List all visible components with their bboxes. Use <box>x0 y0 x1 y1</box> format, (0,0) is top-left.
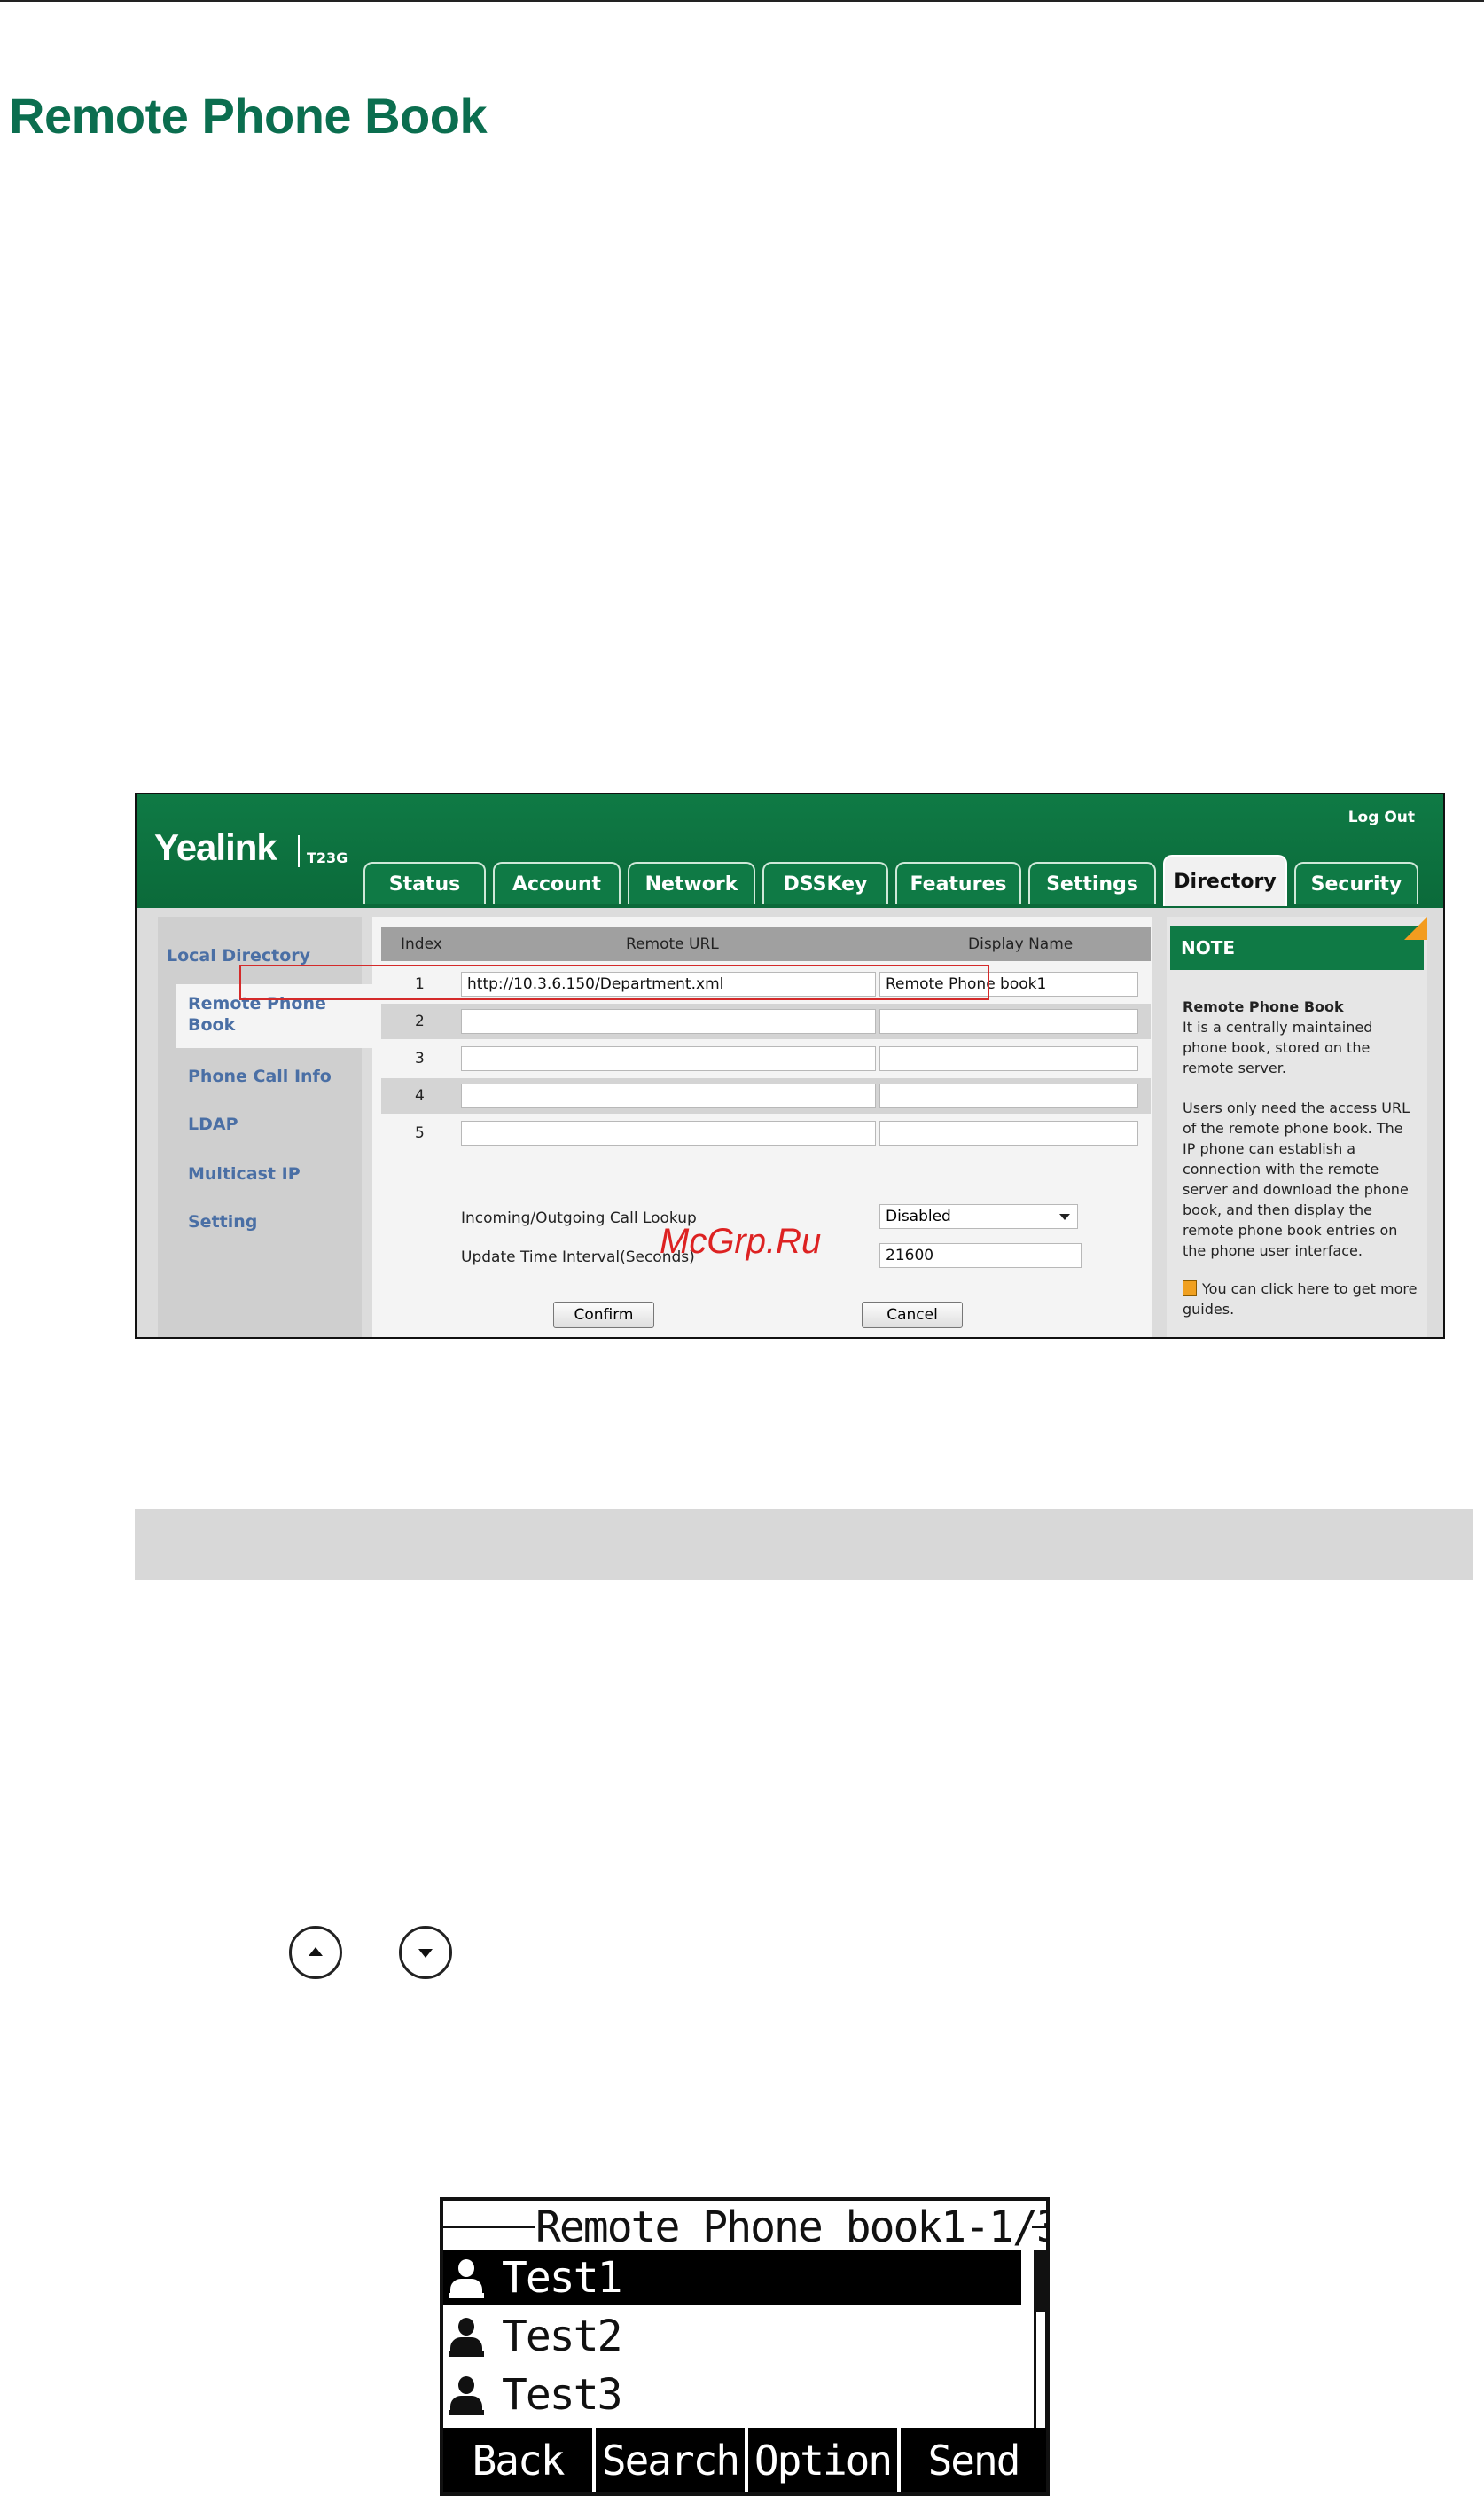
list-item[interactable]: Test1 <box>443 2250 1021 2305</box>
display-name-input[interactable] <box>879 1009 1138 1034</box>
sidebar-item-ldap[interactable]: LDAP <box>188 1114 238 1135</box>
remote-url-input[interactable] <box>461 1084 876 1108</box>
note-tip-text: You can click here to get more guides. <box>1183 1280 1418 1318</box>
display-name-input[interactable] <box>879 1121 1138 1146</box>
tab-features[interactable]: Features <box>895 862 1021 904</box>
remote-url-input[interactable] <box>461 1046 876 1071</box>
down-arrow-icon <box>399 1926 452 1979</box>
confirm-button[interactable]: Confirm <box>553 1302 654 1328</box>
note-panel: NOTE Remote Phone Book It is a centrally… <box>1167 917 1427 1337</box>
contact-icon <box>449 2376 484 2415</box>
sidebar-item-multicast-ip[interactable]: Multicast IP <box>188 1163 301 1185</box>
up-arrow-icon <box>289 1926 342 1979</box>
down-arrow-glyph <box>418 1949 433 1958</box>
note-paragraph-2: Users only need the access URL of the re… <box>1183 1099 1410 1259</box>
chevron-down-icon <box>1059 1214 1070 1220</box>
model-label: T23G <box>307 849 348 866</box>
option-softkey[interactable]: Option <box>748 2428 897 2492</box>
send-softkey[interactable]: Send <box>901 2428 1046 2492</box>
back-softkey[interactable]: Back <box>443 2428 592 2492</box>
row-index: 3 <box>415 1050 425 1068</box>
table-row: 3 <box>381 1041 1151 1076</box>
display-name-input[interactable] <box>879 1084 1138 1108</box>
row-index: 5 <box>415 1124 425 1142</box>
lcd-title-text: Remote Phone book <box>535 2203 942 2252</box>
highlight-box <box>239 965 989 1000</box>
note-tip[interactable]: You can click here to get more guides. <box>1183 1279 1420 1319</box>
note-bar <box>135 1509 1473 1580</box>
page-title: Remote Phone Book <box>9 88 488 144</box>
row-index: 4 <box>415 1087 425 1105</box>
note-paragraph-1: It is a centrally maintained phone book,… <box>1183 1019 1373 1076</box>
softkey-bar: Back Search Option Send <box>443 2428 1046 2492</box>
cancel-button[interactable]: Cancel <box>862 1302 963 1328</box>
table-row: 2 <box>381 1004 1151 1039</box>
contact-name: Test2 <box>502 2312 622 2361</box>
note-title: Remote Phone Book <box>1183 998 1344 1015</box>
note-body: Remote Phone Book It is a centrally main… <box>1183 997 1420 1078</box>
column-remote-url: Remote URL <box>626 935 719 953</box>
row-index: 2 <box>415 1013 425 1030</box>
update-interval-input[interactable]: 21600 <box>879 1243 1082 1268</box>
contact-name: Test3 <box>502 2370 622 2420</box>
watermark: McGrp.Ru <box>660 1222 822 1261</box>
note-header: NOTE <box>1170 926 1424 970</box>
web-header: Yealink T23G Log Out Status Account Netw… <box>137 794 1443 908</box>
table-row: 5 <box>381 1115 1151 1151</box>
scrollbar[interactable] <box>1034 2250 1046 2437</box>
sidebar-item-setting[interactable]: Setting <box>188 1211 257 1232</box>
display-name-input[interactable] <box>879 1046 1138 1071</box>
title-rule-right <box>1032 2226 1046 2228</box>
logout-link[interactable]: Log Out <box>1348 809 1415 826</box>
contact-icon <box>449 2318 484 2357</box>
page-top-rule <box>0 0 1484 2</box>
call-lookup-value: Disabled <box>886 1208 951 1225</box>
table-row: 4 <box>381 1078 1151 1114</box>
phone-lcd-screen: Remote Phone book1-1/3 Test1 Test2 Test3… <box>440 2197 1050 2496</box>
tab-status[interactable]: Status <box>363 862 486 904</box>
remote-url-input[interactable] <box>461 1009 876 1034</box>
contact-icon <box>449 2259 484 2298</box>
note-corner-icon <box>1404 917 1427 940</box>
scrollbar-thumb[interactable] <box>1036 2253 1045 2313</box>
tab-settings[interactable]: Settings <box>1028 862 1156 904</box>
call-lookup-select[interactable]: Disabled <box>879 1204 1078 1229</box>
remote-url-input[interactable] <box>461 1121 876 1146</box>
list-item[interactable]: Test3 <box>443 2367 1021 2422</box>
tab-dsskey[interactable]: DSSKey <box>762 862 888 904</box>
sidebar-item-phone-call-info[interactable]: Phone Call Info <box>188 1066 332 1087</box>
search-softkey[interactable]: Search <box>596 2428 745 2492</box>
column-display-name: Display Name <box>968 935 1074 953</box>
brand-logo: Yealink <box>154 826 277 868</box>
contact-name: Test1 <box>502 2253 622 2303</box>
guide-book-icon <box>1183 1280 1197 1296</box>
title-rule-left <box>443 2226 535 2228</box>
table-header: Index Remote URL Display Name <box>381 927 1151 961</box>
tab-security[interactable]: Security <box>1294 862 1418 904</box>
tab-account[interactable]: Account <box>493 862 621 904</box>
logo-separator <box>298 835 300 867</box>
tab-directory[interactable]: Directory <box>1163 855 1287 906</box>
list-item[interactable]: Test2 <box>443 2309 1021 2364</box>
up-arrow-glyph <box>309 1947 323 1956</box>
sidebar-item-local-directory[interactable]: Local Directory <box>167 945 310 966</box>
tab-network[interactable]: Network <box>628 862 755 904</box>
lcd-title: Remote Phone book1-1/3 <box>535 2201 1046 2254</box>
column-index: Index <box>401 935 442 953</box>
